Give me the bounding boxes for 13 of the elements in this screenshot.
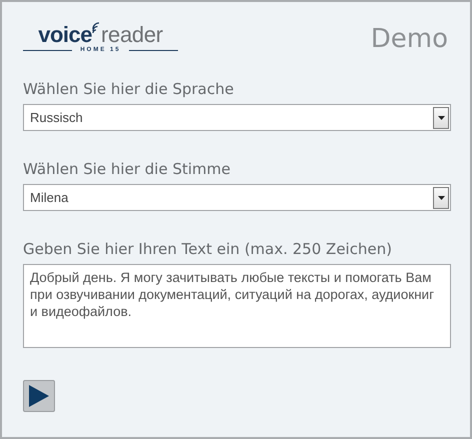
field-label: Wählen Sie hier die Sprache [23, 80, 235, 98]
field-label: Geben Sie hier Ihren Text ein (max. 250 Zeichen) [23, 240, 393, 258]
caret-icon[interactable] [433, 186, 449, 208]
play-button[interactable] [23, 380, 55, 412]
dropdown[interactable]: Milena [23, 184, 451, 211]
logo-word: reader [100, 24, 163, 46]
play-icon [29, 385, 49, 407]
field-label: Wählen Sie hier die Stimme [23, 160, 232, 178]
dropdown[interactable]: Russisch [23, 104, 451, 131]
logo-word: voice [38, 24, 92, 46]
caret-icon[interactable] [433, 106, 449, 128]
text-input[interactable]: Добрый день. Я могу зачитывать любые тексты и помогать Вам при озвучивании документаций, ситуаций на дорогах, аудиокниг и видеофайлов. [23, 264, 451, 348]
mode-label: Demo [370, 24, 448, 54]
